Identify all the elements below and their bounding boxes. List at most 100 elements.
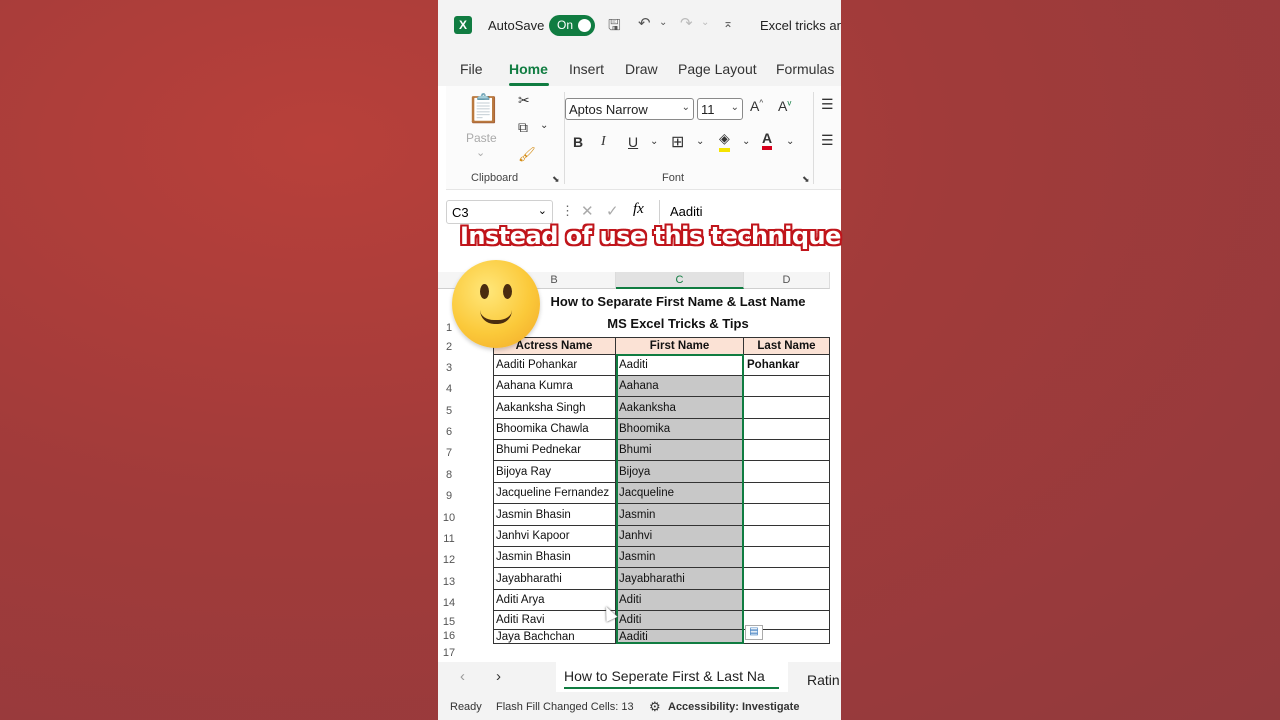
name-box[interactable]: C3 ⌄: [446, 200, 553, 224]
table-cell[interactable]: [744, 568, 830, 590]
clipboard-launcher-icon[interactable]: ⬊: [552, 174, 560, 185]
table-cell[interactable]: Jayabharathi: [616, 568, 744, 590]
table-cell[interactable]: Pohankar: [744, 355, 830, 376]
row-header[interactable]: 3: [438, 362, 460, 374]
row-header[interactable]: 12: [438, 554, 460, 566]
tab-insert[interactable]: Insert: [569, 61, 604, 77]
font-name-select[interactable]: Aptos Narrow ⌄: [565, 98, 694, 120]
table-cell[interactable]: [744, 504, 830, 526]
row-header[interactable]: 17: [438, 647, 460, 659]
table-cell[interactable]: Jacqueline: [616, 483, 744, 504]
table-cell[interactable]: Jaya Bachchan: [493, 630, 616, 644]
table-cell[interactable]: Aditi Ravi: [493, 611, 616, 630]
table-cell[interactable]: Bhoomika Chawla: [493, 419, 616, 440]
row-header[interactable]: 4: [438, 383, 460, 395]
tab-page-layout[interactable]: Page Layout: [678, 61, 757, 77]
undo-icon[interactable]: ↶: [638, 14, 651, 32]
row-header[interactable]: 6: [438, 426, 460, 438]
table-cell[interactable]: Jacqueline Fernandez: [493, 483, 616, 504]
save-icon[interactable]: 🖫: [608, 15, 621, 40]
autosave-toggle[interactable]: On: [549, 15, 595, 36]
more-options-icon[interactable]: ⋮: [561, 203, 574, 219]
table-cell[interactable]: Aakanksha: [616, 397, 744, 419]
row-header[interactable]: 14: [438, 597, 460, 609]
table-cell[interactable]: Aaditi: [616, 355, 744, 376]
row-header[interactable]: 13: [438, 576, 460, 588]
tab-formulas[interactable]: Formulas: [776, 61, 834, 77]
table-cell[interactable]: Janhvi Kapoor: [493, 526, 616, 547]
cut-icon[interactable]: ✂: [518, 92, 530, 109]
tab-draw[interactable]: Draw: [625, 61, 658, 77]
flash-fill-options-icon[interactable]: ▤: [745, 625, 763, 640]
next-sheet-icon[interactable]: ›: [496, 668, 501, 685]
accessibility-status[interactable]: Accessibility: Investigate: [668, 701, 799, 713]
table-cell[interactable]: [744, 590, 830, 611]
paste-icon[interactable]: 📋: [466, 92, 501, 125]
table-cell[interactable]: [744, 461, 830, 483]
fill-color-dropdown-icon[interactable]: ⌄: [742, 136, 750, 147]
increase-font-size-icon[interactable]: A^: [750, 98, 763, 114]
font-size-select[interactable]: 11 ⌄: [697, 98, 743, 120]
copy-icon[interactable]: ⧉: [518, 119, 528, 136]
table-cell[interactable]: [744, 419, 830, 440]
undo-dropdown-icon[interactable]: ⌄: [659, 17, 667, 28]
table-cell[interactable]: Jasmin: [616, 547, 744, 568]
copy-dropdown-icon[interactable]: ⌄: [540, 120, 548, 131]
formula-input[interactable]: Aaditi: [659, 200, 841, 224]
column-header-c[interactable]: C: [616, 272, 744, 289]
previous-sheet-icon[interactable]: ‹: [460, 668, 465, 685]
font-launcher-icon[interactable]: ⬊: [802, 174, 810, 185]
row-header[interactable]: 15: [438, 616, 460, 628]
sheet-tab-next[interactable]: Ratin: [807, 672, 840, 688]
column-header-d[interactable]: D: [744, 272, 830, 289]
table-cell[interactable]: Janhvi: [616, 526, 744, 547]
paste-dropdown-icon[interactable]: ⌄: [476, 146, 485, 159]
tab-file[interactable]: File: [460, 61, 483, 77]
format-painter-icon[interactable]: 🖌: [518, 146, 536, 163]
row-header[interactable]: 8: [438, 469, 460, 481]
table-cell[interactable]: Aaditi Pohankar: [493, 355, 616, 376]
align-top-icon[interactable]: ☰: [821, 96, 834, 113]
table-cell[interactable]: [744, 526, 830, 547]
row-header[interactable]: 11: [438, 533, 460, 545]
row-header[interactable]: 16: [438, 630, 460, 642]
table-cell[interactable]: Jasmin Bhasin: [493, 504, 616, 526]
table-cell[interactable]: [744, 483, 830, 504]
enter-icon[interactable]: ✓: [606, 202, 619, 220]
redo-dropdown-icon[interactable]: ⌄: [701, 17, 709, 28]
underline-button[interactable]: U: [628, 134, 638, 150]
table-cell[interactable]: Bhoomika: [616, 419, 744, 440]
underline-dropdown-icon[interactable]: ⌄: [650, 136, 658, 147]
table-cell[interactable]: [744, 547, 830, 568]
table-cell[interactable]: Aditi: [616, 611, 744, 630]
fill-color-icon[interactable]: ◈: [719, 130, 730, 152]
font-color-dropdown-icon[interactable]: ⌄: [786, 136, 794, 147]
align-left-icon[interactable]: ☰: [821, 132, 834, 149]
cancel-icon[interactable]: ✕: [581, 202, 594, 220]
sheet-tab-active[interactable]: How to Seperate First & Last Na: [556, 662, 788, 692]
table-cell[interactable]: Jasmin Bhasin: [493, 547, 616, 568]
decrease-font-size-icon[interactable]: Av: [778, 98, 791, 114]
borders-icon[interactable]: ⊞: [671, 132, 684, 152]
font-color-icon[interactable]: A: [762, 130, 773, 150]
table-cell[interactable]: [744, 376, 830, 397]
table-cell[interactable]: Aditi: [616, 590, 744, 611]
row-header[interactable]: 10: [438, 512, 460, 524]
table-cell[interactable]: Aaditi: [616, 630, 744, 644]
redo-icon[interactable]: ↷: [680, 14, 693, 32]
table-cell[interactable]: Bijoya Ray: [493, 461, 616, 483]
italic-button[interactable]: I: [601, 134, 606, 150]
table-cell[interactable]: Bhumi Pednekar: [493, 440, 616, 461]
table-cell[interactable]: [744, 397, 830, 419]
row-header[interactable]: 5: [438, 405, 460, 417]
customize-toolbar-icon[interactable]: ⌅: [723, 16, 733, 30]
table-cell[interactable]: Bhumi: [616, 440, 744, 461]
table-cell[interactable]: Aditi Arya: [493, 590, 616, 611]
table-header-cell[interactable]: First Name: [616, 338, 744, 355]
table-cell[interactable]: Aakanksha Singh: [493, 397, 616, 419]
tab-home[interactable]: Home: [509, 61, 548, 77]
row-header[interactable]: 7: [438, 447, 460, 459]
table-cell[interactable]: [744, 440, 830, 461]
borders-dropdown-icon[interactable]: ⌄: [696, 136, 704, 147]
table-cell[interactable]: Jayabharathi: [493, 568, 616, 590]
